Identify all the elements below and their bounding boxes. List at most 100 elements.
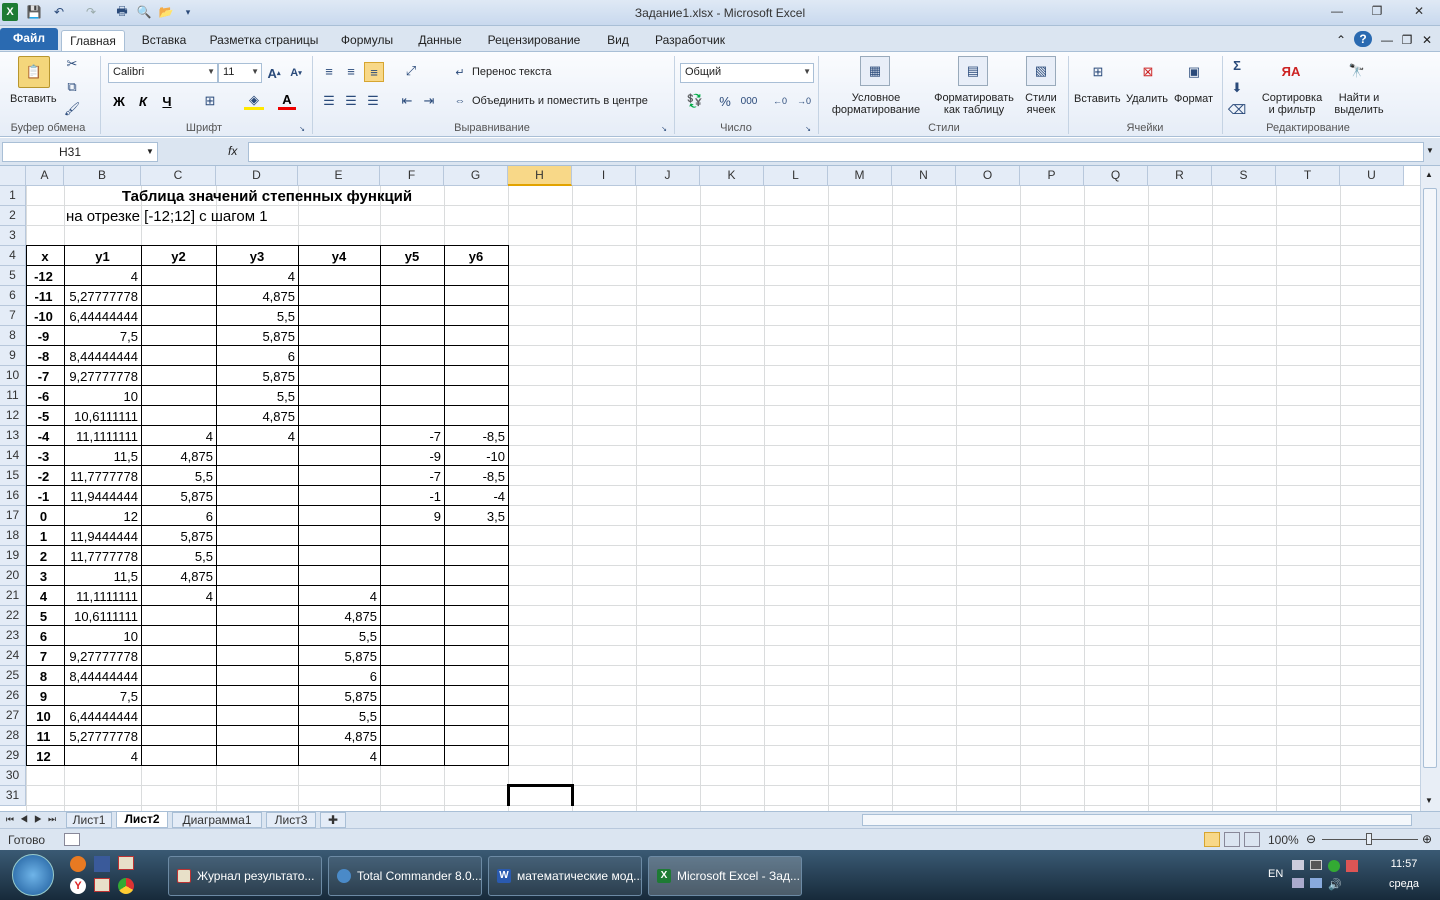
row-header[interactable]: 26 [0,686,26,706]
table-cell[interactable]: 3,5 [444,507,505,526]
row-header[interactable]: 22 [0,606,26,626]
tray-icon[interactable] [1328,860,1340,872]
x-value-cell[interactable]: -1 [26,487,61,506]
name-box[interactable]: H31 [2,142,158,162]
cell-styles-icon[interactable]: ▧ [1026,56,1056,86]
align-bottom-icon[interactable]: ≡ [364,62,384,82]
table-cell[interactable]: 5,5 [141,547,213,566]
network-tray-icon[interactable] [1292,878,1304,888]
x-value-cell[interactable]: -7 [26,367,61,386]
column-header-h[interactable]: H [508,166,572,186]
column-header-k[interactable]: K [700,166,764,186]
table-cell[interactable]: 11,1111111 [64,427,138,446]
column-header-j[interactable]: J [636,166,700,186]
table-cell[interactable]: 4 [298,587,377,606]
column-header-e[interactable]: E [298,166,380,186]
dialog-launcher-icon[interactable]: ↘ [298,125,306,133]
x-value-cell[interactable]: 5 [26,607,61,626]
table-cell[interactable]: 12 [64,507,138,526]
conditional-format-button[interactable]: Условное форматирование [828,92,924,116]
normal-view-icon[interactable] [1204,832,1220,847]
table-cell[interactable]: 4 [141,587,213,606]
page-break-view-icon[interactable] [1244,832,1260,847]
table-cell[interactable]: 11,5 [64,447,138,466]
restore-icon[interactable]: ❐ [1366,4,1388,20]
x-value-cell[interactable]: -11 [26,287,61,306]
format-cells-button[interactable]: Формат [1174,93,1213,105]
format-cells-icon[interactable]: ▣ [1180,58,1208,86]
row-header[interactable]: 5 [0,266,26,286]
table-header-cell[interactable]: y3 [216,247,298,266]
table-cell[interactable]: -8,5 [444,467,505,486]
row-header[interactable]: 7 [0,306,26,326]
start-button-icon[interactable] [12,854,54,896]
table-cell[interactable]: 4,875 [141,567,213,586]
doc-minimize-icon[interactable]: — [1380,30,1394,52]
table-cell[interactable]: 5,875 [216,367,295,386]
table-cell[interactable]: 4 [64,747,138,766]
decrease-decimal-icon[interactable]: →0 [794,92,814,110]
dialog-launcher-icon[interactable]: ↘ [660,125,668,133]
table-cell[interactable]: 5,875 [298,647,377,666]
table-cell[interactable]: 5,875 [298,687,377,706]
x-value-cell[interactable]: -12 [26,267,61,286]
sheet-nav-arrows-icon[interactable]: ⏮◀▶⏭ [4,812,64,828]
x-value-cell[interactable]: -8 [26,347,61,366]
sort-filter-icon[interactable]: ЯА [1276,56,1306,86]
column-header-s[interactable]: S [1212,166,1276,186]
x-value-cell[interactable]: 8 [26,667,61,686]
row-header[interactable]: 21 [0,586,26,606]
table-cell[interactable]: 4,875 [216,287,295,306]
row-header[interactable]: 27 [0,706,26,726]
table-cell[interactable]: 5,5 [298,707,377,726]
font-size-combo[interactable]: 11 ▼ [218,63,262,83]
column-header-b[interactable]: B [64,166,141,186]
doc-restore-icon[interactable]: ❐ [1400,30,1414,52]
wrap-text-icon[interactable]: ↵ [452,64,468,80]
row-header[interactable]: 20 [0,566,26,586]
row-header[interactable]: 24 [0,646,26,666]
select-all-corner[interactable] [0,166,26,186]
table-cell[interactable]: -7 [380,427,441,446]
binoculars-icon[interactable]: 🔭 [1342,56,1372,86]
row-header[interactable]: 19 [0,546,26,566]
thousands-separator-icon[interactable]: 000 [738,92,760,110]
tab-view[interactable]: Вид [598,30,638,52]
column-header-n[interactable]: N [892,166,956,186]
wrap-text-button[interactable]: Перенос текста [472,66,552,78]
row-header[interactable]: 23 [0,626,26,646]
number-format-combo[interactable]: Общий ▼ [680,63,814,83]
dialog-launcher-icon[interactable]: ↘ [804,125,812,133]
sheet-tab[interactable]: Лист1 [66,812,112,828]
table-cell[interactable]: -8,5 [444,427,505,446]
mail-icon[interactable] [118,856,134,870]
font-color-icon[interactable]: A [278,92,296,110]
table-cell[interactable]: 4 [216,427,295,446]
x-value-cell[interactable]: 6 [26,627,61,646]
tab-insert[interactable]: Вставка [134,30,194,52]
row-header[interactable]: 2 [0,206,26,226]
sheet-tab[interactable]: Лист3 [266,812,316,828]
x-value-cell[interactable]: 1 [26,527,61,546]
column-header-p[interactable]: P [1020,166,1084,186]
active-cell-cursor[interactable] [507,784,573,787]
expand-formula-bar-icon[interactable]: ▼ [1426,146,1434,155]
table-cell[interactable]: 6 [216,347,295,366]
insert-sheet-icon[interactable]: ✚ [320,812,346,828]
vertical-scroll-thumb[interactable] [1423,188,1437,768]
sheet-subtitle[interactable]: на отрезке [-12;12] с шагом 1 [64,207,508,226]
clock-time[interactable]: 11:57 [1378,858,1430,870]
table-cell[interactable]: -7 [380,467,441,486]
sheet-tab-active[interactable]: Лист2 [116,812,168,828]
column-header-f[interactable]: F [380,166,444,186]
table-cell[interactable]: 6 [298,667,377,686]
close-icon[interactable]: ✕ [1408,4,1430,20]
table-cell[interactable]: 11,5 [64,567,138,586]
x-value-cell[interactable]: -6 [26,387,61,406]
row-header[interactable]: 3 [0,226,26,246]
table-cell[interactable]: 4,875 [298,607,377,626]
table-cell[interactable]: -4 [444,487,505,506]
column-header-r[interactable]: R [1148,166,1212,186]
column-header-m[interactable]: M [828,166,892,186]
x-value-cell[interactable]: -10 [26,307,61,326]
